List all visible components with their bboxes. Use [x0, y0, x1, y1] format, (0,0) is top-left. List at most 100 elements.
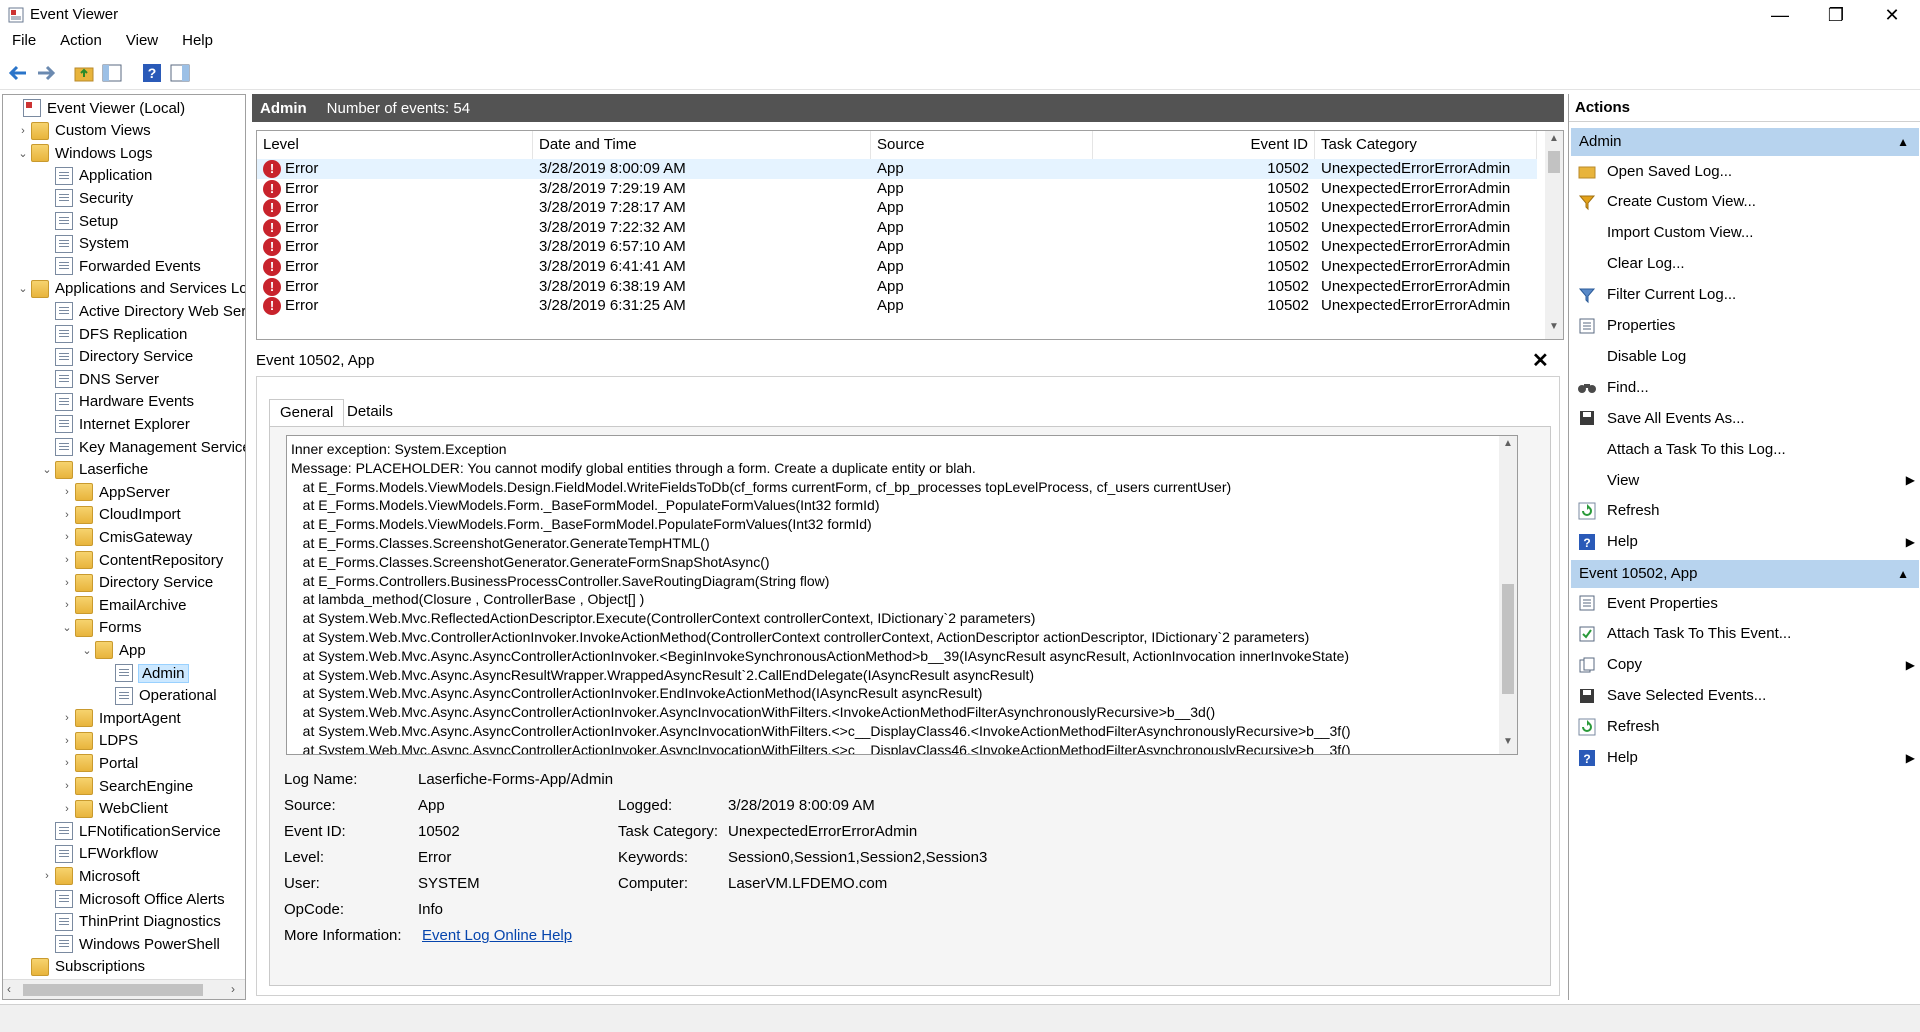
expand-chevron-icon[interactable]: ›	[15, 125, 31, 137]
scroll-left-icon[interactable]: ‹	[7, 982, 11, 996]
tree-item[interactable]: Setup	[39, 210, 118, 232]
expand-chevron-icon[interactable]: ›	[59, 531, 75, 543]
scroll-down-icon[interactable]: ▼	[1545, 321, 1563, 337]
column-date-time[interactable]: Date and Time	[533, 131, 871, 159]
action-item[interactable]: Attach Task To This Event...	[1577, 621, 1917, 647]
tree-item[interactable]: › ImportAgent	[59, 707, 181, 729]
action-item[interactable]: View ▶	[1577, 467, 1917, 493]
tab-details[interactable]: Details	[337, 399, 403, 427]
action-item[interactable]: Event Properties	[1577, 590, 1917, 616]
scroll-thumb[interactable]	[23, 984, 203, 996]
tree-item[interactable]: › Microsoft	[39, 865, 140, 887]
expand-chevron-icon[interactable]: ›	[59, 757, 75, 769]
action-item[interactable]: Refresh	[1577, 714, 1917, 740]
tree-item[interactable]: ⌄ Applications and Services Lo	[15, 278, 245, 300]
scroll-right-icon[interactable]: ›	[231, 982, 235, 996]
expand-chevron-icon[interactable]: ›	[59, 599, 75, 611]
tree-item[interactable]: › Custom Views	[15, 120, 151, 142]
tree-item[interactable]: ⌄ App	[79, 639, 146, 661]
tree-item[interactable]: › AppServer	[59, 481, 170, 503]
column-task-category[interactable]: Task Category	[1315, 131, 1537, 159]
table-row[interactable]: ! Error 3/28/2019 6:41:41 AM App 10502 Unexpe…	[257, 257, 1537, 277]
expand-chevron-icon[interactable]: ›	[59, 735, 75, 747]
tree-item[interactable]: Event Viewer (Local)	[7, 97, 185, 119]
collapse-chevron-icon[interactable]: ⌄	[79, 644, 95, 657]
expand-chevron-icon[interactable]: ›	[59, 577, 75, 589]
show-hide-action-pane-icon[interactable]	[168, 61, 192, 85]
action-item[interactable]: Copy ▶	[1577, 652, 1917, 678]
scroll-thumb[interactable]	[1502, 584, 1514, 694]
action-item[interactable]: Save All Events As...	[1577, 405, 1917, 431]
tree-item[interactable]: Internet Explorer	[39, 413, 190, 435]
action-item[interactable]: Clear Log...	[1577, 251, 1917, 277]
table-row[interactable]: ! Error 3/28/2019 8:00:09 AM App 10502 Unexpe…	[257, 159, 1537, 179]
tree-item[interactable]: System	[39, 233, 129, 255]
menu-action[interactable]: Action	[48, 30, 114, 54]
tree-item[interactable]: ThinPrint Diagnostics	[39, 911, 221, 933]
event-message-box[interactable]: Inner exception: System.Exception Message…	[286, 435, 1518, 755]
actions-section-event[interactable]: Event 10502, App ▲	[1571, 560, 1919, 588]
scroll-up-icon[interactable]: ▲	[1545, 133, 1563, 149]
expand-chevron-icon[interactable]: ›	[59, 554, 75, 566]
column-source[interactable]: Source	[871, 131, 1093, 159]
close-detail-icon[interactable]: ✕	[1532, 348, 1549, 373]
collapse-up-icon[interactable]: ▲	[1897, 560, 1909, 588]
action-item[interactable]: Find...	[1577, 374, 1917, 400]
help-icon[interactable]: ?	[140, 61, 164, 85]
tree-item[interactable]: › WebClient	[59, 798, 168, 820]
tree-item[interactable]: ⌄ Laserfiche	[39, 459, 148, 481]
tree-item[interactable]: ⌄ Forms	[59, 617, 142, 639]
menu-file[interactable]: File	[0, 30, 48, 54]
expand-chevron-icon[interactable]: ›	[59, 509, 75, 521]
tree-item[interactable]: Hardware Events	[39, 391, 194, 413]
column-event-id[interactable]: Event ID	[1093, 131, 1315, 159]
back-arrow-icon[interactable]	[6, 61, 30, 85]
action-item[interactable]: ? Help ▶	[1577, 745, 1917, 771]
tree-item[interactable]: › ContentRepository	[59, 549, 223, 571]
table-row[interactable]: ! Error 3/28/2019 7:22:32 AM App 10502 Unexpe…	[257, 218, 1537, 238]
tree-item[interactable]: Operational	[99, 685, 217, 707]
tree-item[interactable]: › LDPS	[59, 730, 138, 752]
expand-chevron-icon[interactable]: ›	[59, 803, 75, 815]
tree-item[interactable]: DFS Replication	[39, 323, 187, 345]
table-row[interactable]: ! Error 3/28/2019 6:31:25 AM App 10502 Unexpe…	[257, 296, 1537, 316]
scroll-thumb[interactable]	[1548, 151, 1560, 173]
action-item[interactable]: Properties	[1577, 313, 1917, 339]
menu-view[interactable]: View	[114, 30, 170, 54]
tree-item[interactable]: Subscriptions	[15, 956, 145, 978]
tree-item[interactable]: Application	[39, 165, 152, 187]
forward-arrow-icon[interactable]	[34, 61, 58, 85]
action-item[interactable]: Disable Log	[1577, 343, 1917, 369]
tree-item[interactable]: › CmisGateway	[59, 526, 192, 548]
event-log-online-help-link[interactable]: Event Log Online Help	[422, 927, 572, 944]
action-item[interactable]: ? Help ▶	[1577, 529, 1917, 555]
expand-chevron-icon[interactable]: ›	[39, 870, 55, 882]
collapse-chevron-icon[interactable]: ⌄	[59, 621, 75, 634]
events-table[interactable]: Level Date and Time Source Event ID Task…	[256, 130, 1564, 340]
expand-chevron-icon[interactable]: ›	[59, 712, 75, 724]
column-level[interactable]: Level	[257, 131, 533, 159]
actions-section-admin[interactable]: Admin ▲	[1571, 128, 1919, 156]
table-row[interactable]: ! Error 3/28/2019 6:38:19 AM App 10502 Unexpe…	[257, 277, 1537, 297]
table-row[interactable]: ! Error 3/28/2019 7:28:17 AM App 10502 Unexpe…	[257, 198, 1537, 218]
up-folder-icon[interactable]	[72, 61, 96, 85]
menu-help[interactable]: Help	[170, 30, 225, 54]
close-button[interactable]: ✕	[1864, 0, 1920, 30]
collapse-chevron-icon[interactable]: ⌄	[39, 463, 55, 476]
collapse-chevron-icon[interactable]: ⌄	[15, 282, 31, 295]
expand-chevron-icon[interactable]: ›	[59, 780, 75, 792]
minimize-button[interactable]: —	[1752, 0, 1808, 30]
tree-item[interactable]: › CloudImport	[59, 504, 181, 526]
collapse-chevron-icon[interactable]: ⌄	[15, 147, 31, 160]
tab-general[interactable]: General	[269, 399, 345, 427]
tree-item[interactable]: Admin	[99, 662, 189, 684]
action-item[interactable]: Open Saved Log...	[1577, 158, 1917, 184]
action-item[interactable]: Create Custom View...	[1577, 189, 1917, 215]
action-item[interactable]: Save Selected Events...	[1577, 683, 1917, 709]
tree-item[interactable]: › EmailArchive	[59, 594, 187, 616]
action-item[interactable]: Attach a Task To this Log...	[1577, 436, 1917, 462]
tree-item[interactable]: Windows PowerShell	[39, 933, 220, 955]
tree-item[interactable]: › SearchEngine	[59, 775, 193, 797]
expand-chevron-icon[interactable]: ›	[59, 486, 75, 498]
collapse-up-icon[interactable]: ▲	[1897, 128, 1909, 156]
